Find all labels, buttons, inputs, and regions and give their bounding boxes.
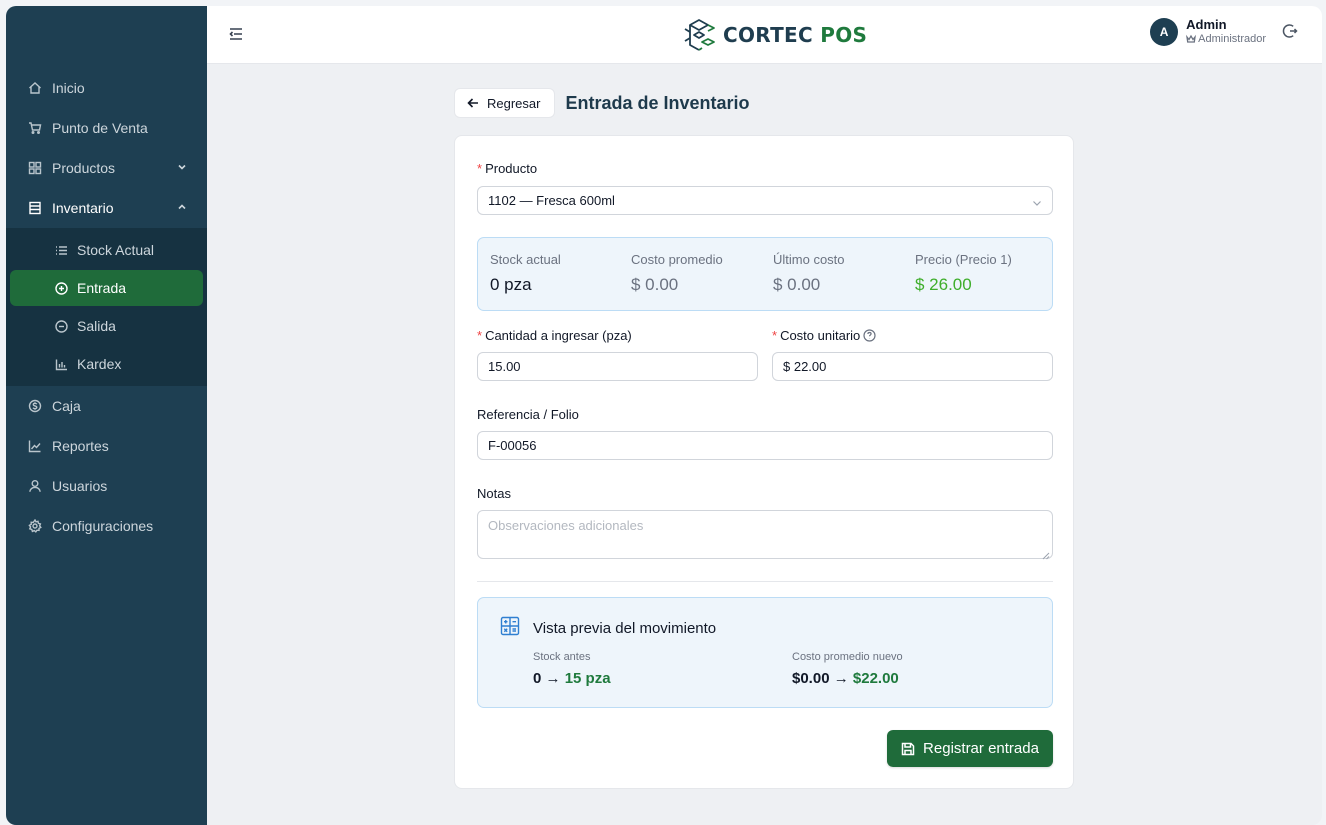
- sidebar-nav: Inicio Punto de Venta Productos Inventar…: [6, 68, 207, 546]
- sidebar-item-inventario[interactable]: Inventario: [6, 188, 207, 228]
- preview-cost-value: $0.00 → $22.00: [792, 670, 899, 687]
- unit-cost-input[interactable]: $ 22.00: [772, 352, 1053, 381]
- line-chart-icon: [26, 437, 44, 455]
- sidebar-subitem-label: Entrada: [77, 280, 127, 296]
- save-icon: [901, 742, 915, 755]
- sidebar-item-label: Usuarios: [52, 478, 108, 494]
- unit-cost-label: * Costo unitario: [772, 328, 876, 343]
- chevron-down-icon: [177, 162, 189, 174]
- sidebar-item-label: Reportes: [52, 438, 109, 454]
- sidebar-subitem-label: Salida: [77, 318, 116, 334]
- reference-label: Referencia / Folio: [477, 407, 579, 422]
- sidebar-item-label: Punto de Venta: [52, 120, 148, 136]
- sidebar: Inicio Punto de Venta Productos Inventar…: [6, 6, 207, 825]
- divider: [477, 581, 1053, 582]
- sidebar-item-inicio[interactable]: Inicio: [6, 68, 207, 108]
- settings-icon: [26, 517, 44, 535]
- inventory-icon: [26, 199, 44, 217]
- menu-toggle-icon[interactable]: [227, 25, 247, 45]
- page-header: Regresar Entrada de Inventario: [454, 88, 750, 118]
- reference-input[interactable]: F-00056: [477, 431, 1053, 460]
- sidebar-item-label: Caja: [52, 398, 81, 414]
- top-header: CORTEC POS A Admin Administrador: [207, 6, 1322, 64]
- sidebar-item-caja[interactable]: Caja: [6, 386, 207, 426]
- logo-icon: [684, 19, 715, 51]
- quantity-input[interactable]: 15.00: [477, 352, 758, 381]
- plus-circle-icon: [53, 280, 69, 296]
- sidebar-subitem-stock-actual[interactable]: Stock Actual: [10, 232, 203, 268]
- sidebar-item-usuarios[interactable]: Usuarios: [6, 466, 207, 506]
- bar-chart-icon: [53, 356, 69, 372]
- chevron-up-icon: [177, 202, 189, 214]
- sidebar-item-reportes[interactable]: Reportes: [6, 426, 207, 466]
- sidebar-item-punto-de-venta[interactable]: Punto de Venta: [6, 108, 207, 148]
- avatar[interactable]: A: [1150, 18, 1179, 46]
- inventory-entry-form: * Producto 1102 — Fresca 600ml Stock actu…: [454, 135, 1074, 789]
- movement-preview: Vista previa del movimiento Stock antes …: [477, 597, 1053, 708]
- sidebar-subitem-label: Kardex: [77, 356, 122, 372]
- user-role: Administrador: [1186, 33, 1266, 46]
- stat-price: Precio (Precio 1) $ 26.00: [915, 252, 1012, 294]
- stat-last-cost: Último costo $ 0.00: [773, 252, 845, 294]
- minus-circle-icon: [53, 318, 69, 334]
- list-icon: [53, 242, 69, 258]
- sidebar-item-label: Productos: [52, 160, 116, 176]
- stat-average-cost: Costo promedio $ 0.00: [631, 252, 723, 294]
- sidebar-item-label: Configuraciones: [52, 518, 154, 534]
- register-entry-button[interactable]: Registrar entrada: [887, 730, 1053, 767]
- preview-title: Vista previa del movimiento: [533, 620, 717, 637]
- chevron-down-icon: [1032, 196, 1042, 206]
- preview-cost-label: Costo promedio nuevo: [792, 651, 903, 663]
- sidebar-item-configuraciones[interactable]: Configuraciones: [6, 506, 207, 546]
- main-content: Regresar Entrada de Inventario * Producto…: [207, 64, 1322, 825]
- cart-icon: [26, 119, 44, 137]
- quantity-label: * Cantidad a ingresar (pza): [477, 328, 632, 343]
- product-label: * Producto: [477, 161, 538, 176]
- product-select[interactable]: 1102 — Fresca 600ml: [477, 186, 1053, 215]
- page-title: Entrada de Inventario: [565, 92, 750, 113]
- calculator-icon: [500, 616, 520, 636]
- user-menu: A Admin Administrador: [1150, 17, 1300, 46]
- inventory-submenu: Stock Actual Entrada Salida Kardex: [6, 228, 207, 386]
- brand-logo: CORTEC POS: [681, 17, 867, 53]
- notes-placeholder: Observaciones adicionales: [488, 518, 644, 533]
- brand-name: CORTEC POS: [723, 23, 868, 47]
- notes-label: Notas: [477, 486, 511, 501]
- sidebar-item-productos[interactable]: Productos: [6, 148, 207, 188]
- dollar-icon: [26, 397, 44, 415]
- app-window: Inicio Punto de Venta Productos Inventar…: [6, 6, 1322, 825]
- help-circle-icon[interactable]: [863, 329, 876, 342]
- sidebar-subitem-kardex[interactable]: Kardex: [10, 346, 203, 382]
- user-icon: [26, 477, 44, 495]
- user-info: Admin Administrador: [1186, 17, 1266, 46]
- stat-stock: Stock actual 0 pza: [490, 252, 561, 294]
- sidebar-subitem-label: Stock Actual: [77, 242, 155, 258]
- back-button[interactable]: Regresar: [454, 88, 556, 118]
- sidebar-item-label: Inicio: [52, 80, 85, 96]
- crown-icon: [1186, 35, 1197, 44]
- home-icon: [26, 79, 44, 97]
- sidebar-subitem-salida[interactable]: Salida: [10, 308, 203, 344]
- resize-handle-icon[interactable]: [1042, 548, 1050, 560]
- arrow-left-icon: [467, 98, 478, 108]
- preview-stock-value: 0 → 15 pza: [533, 670, 611, 687]
- sidebar-item-label: Inventario: [52, 200, 114, 216]
- preview-stock-label: Stock antes: [533, 651, 591, 663]
- user-name: Admin: [1186, 17, 1227, 33]
- logout-icon[interactable]: [1282, 23, 1300, 41]
- product-stats-panel: Stock actual 0 pza Costo promedio $ 0.00…: [477, 237, 1053, 311]
- grid-icon: [26, 159, 44, 177]
- sidebar-subitem-entrada[interactable]: Entrada: [10, 270, 203, 306]
- notes-textarea[interactable]: Observaciones adicionales: [477, 510, 1053, 560]
